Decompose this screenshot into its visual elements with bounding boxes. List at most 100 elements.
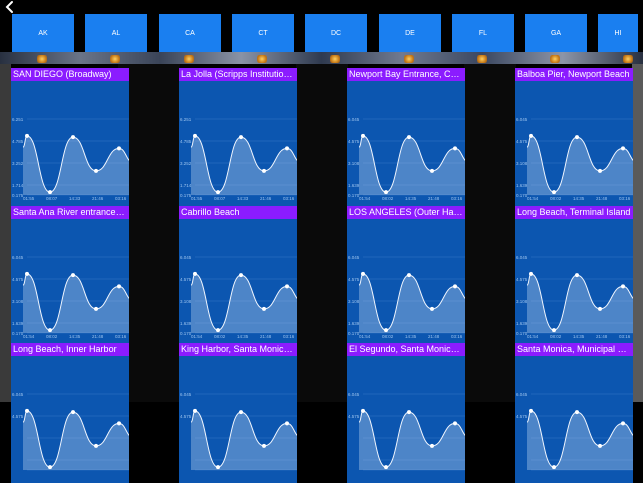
x-tick-label: 21:48 <box>596 196 608 201</box>
x-tick-label: 08:02 <box>46 334 58 339</box>
y-tick-label: 6.045 <box>348 117 360 122</box>
x-tick-label: 01:54 <box>527 196 539 201</box>
y-tick-label: 3.108 <box>12 299 24 304</box>
station-name: Santa Ana River entrance (inside) <box>11 206 129 219</box>
station-card[interactable]: Santa Ana River entrance (inside) 6.045 4.… <box>11 206 129 346</box>
state-button-fl[interactable]: FL <box>452 14 514 52</box>
state-button-al[interactable]: AL <box>85 14 147 52</box>
y-tick-label: 1.639 <box>348 183 360 188</box>
state-button-de[interactable]: DE <box>379 14 441 52</box>
station-card[interactable]: Santa Monica, Municipal Pier 6.045 4.575 <box>515 343 633 483</box>
station-name: La Jolla (Scripps Institution Pier) <box>179 68 297 81</box>
tide-point <box>193 133 197 138</box>
x-tick-label: 08:07 <box>214 196 226 201</box>
y-tick-label: 6.045 <box>348 255 360 260</box>
tide-point <box>575 135 579 140</box>
tide-point <box>25 408 29 413</box>
station-card[interactable]: Long Beach, Inner Harbor 6.045 4.575 <box>11 343 129 483</box>
x-tick-label: 01:54 <box>23 334 35 339</box>
tide-point <box>529 271 533 276</box>
y-tick-label: 4.575 <box>348 139 360 144</box>
tide-chart: 6.045 4.575 3.108 1.639 0.17001:54 08:02 14:35… <box>347 219 465 346</box>
station-card[interactable]: LOS ANGELES (Outer Harbor) 6.045 4.575 3.10… <box>347 206 465 346</box>
tide-point <box>117 146 121 151</box>
station-card[interactable]: Cabrillo Beach 6.045 4.575 3.108 1.639 0.170 0… <box>179 206 297 346</box>
station-name: Santa Monica, Municipal Pier <box>515 343 633 356</box>
y-tick-label: 4.575 <box>348 277 360 282</box>
tide-point <box>25 271 29 276</box>
x-tick-label: 08:02 <box>214 334 226 339</box>
x-tick-label: 21:46 <box>260 196 272 201</box>
y-tick-label: 4.575 <box>12 277 24 282</box>
y-tick-label: 6.251 <box>12 117 24 122</box>
y-tick-label: 0.175 <box>180 193 192 198</box>
banner-light <box>477 55 487 63</box>
tide-point <box>453 284 457 289</box>
station-card[interactable]: Newport Bay Entrance, Corona del Mar 6.04… <box>347 68 465 208</box>
x-tick-label: 01:54 <box>191 334 203 339</box>
tide-point <box>117 284 121 289</box>
tide-point <box>262 168 266 173</box>
y-tick-label: 3.108 <box>180 299 192 304</box>
station-card[interactable]: Balboa Pier, Newport Beach 6.045 4.575 3.10… <box>515 68 633 208</box>
station-card[interactable]: Long Beach, Terminal Island 6.045 4.575 3.1… <box>515 206 633 346</box>
x-tick-label: 14:35 <box>573 334 585 339</box>
station-card[interactable]: El Segundo, Santa Monica Bay 6.045 4.575 <box>347 343 465 483</box>
y-tick-label: 4.575 <box>516 277 528 282</box>
y-tick-label: 3.252 <box>180 161 192 166</box>
y-tick-label: 4.785 <box>180 139 192 144</box>
y-tick-label: 1.639 <box>516 183 528 188</box>
x-tick-label: 08:02 <box>382 334 394 339</box>
tide-point <box>193 408 197 413</box>
tide-chart: 6.045 4.575 <box>11 356 129 483</box>
tide-point <box>407 410 411 415</box>
tide-point <box>239 273 243 278</box>
tide-point <box>575 273 579 278</box>
state-button-ca[interactable]: CA <box>159 14 221 52</box>
station-card[interactable]: King Harbor, Santa Monica Bay 6.045 4.575 <box>179 343 297 483</box>
x-tick-label: 14:35 <box>573 196 585 201</box>
banner-light <box>623 55 633 63</box>
banner-light <box>550 55 560 63</box>
tide-point <box>48 465 52 470</box>
tide-point <box>361 408 365 413</box>
x-tick-label: 08:02 <box>550 334 562 339</box>
tide-chart: 6.251 4.785 3.252 1.714 0.17501:55 08:07 14:33… <box>179 81 297 208</box>
station-card[interactable]: SAN DIEGO (Broadway) 6.251 4.785 3.252 1.714… <box>11 68 129 208</box>
tide-point <box>71 135 75 140</box>
tide-point <box>48 328 52 333</box>
tide-point <box>430 168 434 173</box>
tide-chart: 6.251 4.785 3.252 1.714 0.17501:55 08:07 14:33… <box>11 81 129 208</box>
x-tick-label: 21:48 <box>260 334 272 339</box>
y-tick-label: 4.575 <box>12 414 24 419</box>
x-tick-label: 03:16 <box>619 196 631 201</box>
tide-point <box>262 306 266 311</box>
banner-light <box>404 55 414 63</box>
state-button-ct[interactable]: CT <box>232 14 294 52</box>
station-card[interactable]: La Jolla (Scripps Institution Pier)6.251… <box>179 68 297 208</box>
y-tick-label: 1.714 <box>180 183 192 188</box>
tide-point <box>552 190 556 195</box>
state-button-ak[interactable]: AK <box>12 14 74 52</box>
tide-point <box>529 408 533 413</box>
y-tick-label: 6.045 <box>516 117 528 122</box>
y-tick-label: 6.045 <box>516 392 528 397</box>
x-tick-label: 14:35 <box>405 196 417 201</box>
tide-point <box>239 135 243 140</box>
tide-point <box>94 443 98 448</box>
station-name: Newport Bay Entrance, Corona del Mar <box>347 68 465 81</box>
y-tick-label: 3.108 <box>516 161 528 166</box>
station-name: King Harbor, Santa Monica Bay <box>179 343 297 356</box>
tide-point <box>430 306 434 311</box>
x-tick-label: 01:55 <box>23 196 35 201</box>
state-button-hi[interactable]: HI <box>598 14 638 52</box>
x-tick-label: 03:16 <box>283 334 295 339</box>
tide-point <box>575 410 579 415</box>
tide-point <box>453 421 457 426</box>
x-tick-label: 01:54 <box>527 334 539 339</box>
x-tick-label: 03:16 <box>451 334 463 339</box>
x-tick-label: 21:48 <box>596 334 608 339</box>
state-button-ga[interactable]: GA <box>525 14 587 52</box>
y-tick-label: 6.045 <box>12 255 24 260</box>
state-button-dc[interactable]: DC <box>305 14 367 52</box>
